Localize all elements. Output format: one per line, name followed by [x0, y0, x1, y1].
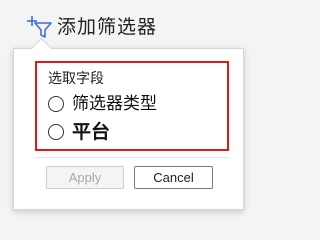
- filter-add-icon: [26, 14, 54, 40]
- popup-caret: [30, 37, 53, 60]
- add-filter-label: 添加筛选器: [57, 16, 158, 38]
- apply-button[interactable]: Apply: [46, 166, 124, 189]
- cancel-button[interactable]: Cancel: [134, 166, 213, 189]
- option-label: 筛选器类型: [72, 94, 157, 114]
- add-filter-button[interactable]: 添加筛选器: [26, 14, 157, 40]
- filter-dropdown-popup: 选取字段 筛选器类型 平台 Apply Cancel: [13, 37, 244, 210]
- option-platform[interactable]: 平台: [48, 121, 110, 143]
- field-group-title: 选取字段: [48, 71, 104, 87]
- option-filter-type[interactable]: 筛选器类型: [48, 93, 157, 115]
- radio-button[interactable]: [48, 124, 64, 140]
- field-selection-group: 选取字段 筛选器类型 平台: [35, 61, 229, 151]
- option-label: 平台: [72, 121, 111, 143]
- radio-button[interactable]: [48, 96, 64, 112]
- filter-panel-canvas: 添加筛选器 选取字段 筛选器类型 平台 Apply Cancel: [0, 0, 250, 215]
- divider: [35, 157, 229, 158]
